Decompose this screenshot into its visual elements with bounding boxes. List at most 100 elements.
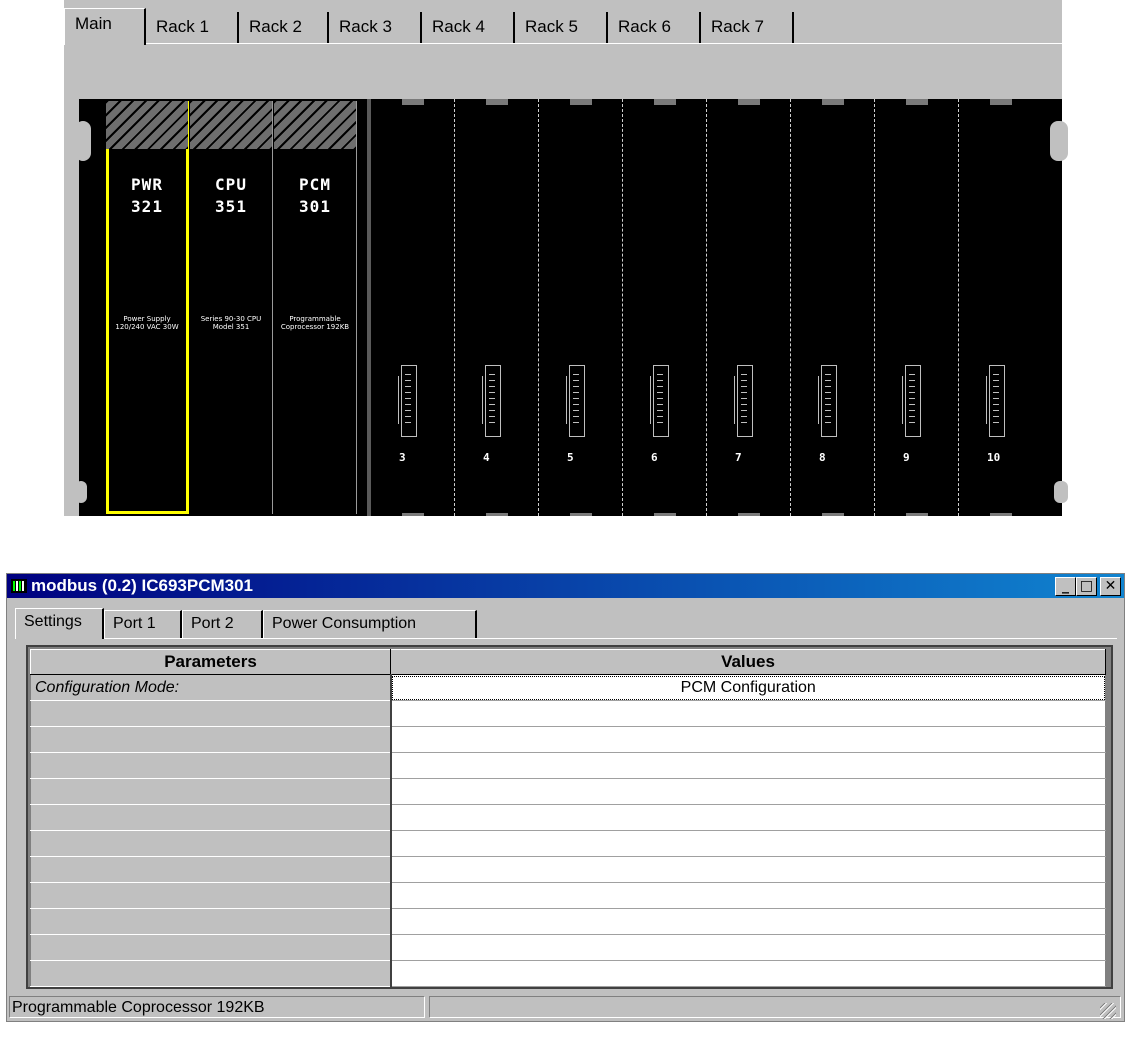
empty-slot[interactable]: 3 — [371, 99, 455, 516]
parameter-value-cell[interactable] — [390, 700, 1106, 727]
backplane-connector-icon — [482, 365, 501, 437]
parameter-value-cell[interactable] — [390, 960, 1106, 987]
rack-chassis: PWR 321 Power Supply 120/240 VAC 30W CPU 351… — [75, 99, 1068, 516]
rack-tab[interactable]: Rack 6 — [608, 12, 701, 44]
empty-slot[interactable]: 5 — [539, 99, 623, 516]
rack-mount-ear — [1050, 121, 1068, 161]
backplane-connector-icon — [902, 365, 921, 437]
parameter-value-cell[interactable] — [390, 752, 1106, 779]
status-text: Programmable Coprocessor 192KB — [9, 996, 425, 1018]
parameter-row — [30, 700, 1106, 727]
module-number: 301 — [299, 197, 331, 216]
empty-slot[interactable]: 7 — [707, 99, 791, 516]
values-column-header[interactable]: Values — [390, 649, 1106, 675]
parameter-value-cell[interactable] — [390, 934, 1106, 961]
parameter-name-cell — [30, 908, 392, 935]
rack-tab[interactable]: Rack 2 — [239, 12, 329, 44]
module-name: CPU — [215, 175, 247, 194]
parameter-row — [30, 856, 1106, 883]
rack-tab[interactable]: Rack 1 — [146, 12, 239, 44]
slot-latch — [654, 99, 676, 105]
module-description: Series 90-30 CPU Model 351 — [200, 315, 262, 331]
rack-tab[interactable]: Rack 7 — [701, 12, 794, 44]
slot-latch — [402, 99, 424, 105]
resize-grip-icon[interactable] — [1100, 1003, 1116, 1019]
backplane-connector-icon — [734, 365, 753, 437]
parameter-name-cell — [30, 960, 392, 987]
parameter-name-cell — [30, 700, 392, 727]
slot-number: 10 — [987, 451, 1001, 464]
parameters-column-header[interactable]: Parameters — [30, 649, 391, 675]
rack-tab[interactable]: Rack 4 — [422, 12, 515, 44]
module-label-cover — [106, 101, 188, 149]
parameter-row — [30, 960, 1106, 987]
parameter-value-cell[interactable]: PCM Configuration — [390, 674, 1106, 701]
empty-slot[interactable]: 8 — [791, 99, 875, 516]
status-panel — [429, 996, 1121, 1019]
slot-latch — [990, 513, 1012, 516]
parameter-row: Configuration Mode: PCM Configuration — [30, 674, 1106, 701]
backplane-connector-icon — [398, 365, 417, 437]
module-name: PCM — [299, 175, 331, 194]
rack-tab[interactable]: Rack 3 — [329, 12, 422, 44]
rack-tab[interactable]: Main — [64, 8, 146, 45]
parameter-value-cell[interactable] — [390, 804, 1106, 831]
parameter-name-cell — [30, 752, 392, 779]
rack-tab[interactable]: Rack 5 — [515, 12, 608, 44]
parameter-value-cell[interactable] — [390, 778, 1106, 805]
maximize-button[interactable]: □ — [1076, 577, 1097, 596]
rack-mount-ear — [1054, 481, 1068, 503]
parameter-name-cell: Configuration Mode: — [30, 674, 392, 701]
slot-latch — [654, 513, 676, 516]
parameter-value-cell[interactable] — [390, 830, 1106, 857]
parameter-name-cell — [30, 804, 392, 831]
close-button[interactable]: ✕ — [1100, 577, 1121, 596]
properties-tab[interactable]: Settings — [15, 608, 104, 639]
backplane-connector-icon — [818, 365, 837, 437]
slot-latch — [906, 99, 928, 105]
slot-latch — [738, 513, 760, 516]
parameter-value-cell[interactable] — [390, 908, 1106, 935]
title-bar[interactable]: modbus (0.2) IC693PCM301 _ □ ✕ — [7, 574, 1124, 598]
properties-tab-strip: Settings Port 1 Port 2 Power Consumption — [15, 608, 1117, 639]
parameter-row — [30, 778, 1106, 805]
slot-latch — [906, 513, 928, 516]
slot-latch — [822, 513, 844, 516]
slot-latch — [570, 99, 592, 105]
properties-tab[interactable]: Power Consumption — [263, 610, 477, 638]
parameter-value-cell[interactable] — [390, 856, 1106, 883]
slot-number: 9 — [903, 451, 910, 464]
rack-icon — [11, 579, 27, 593]
module-pcm[interactable]: PCM 301 Programmable Coprocessor 192KB — [274, 101, 357, 514]
properties-tab[interactable]: Port 1 — [104, 610, 182, 638]
rack-view-panel: Main Rack 1 Rack 2 Rack 3 Rack 4 Rack 5 Rack 6… — [64, 0, 1068, 516]
empty-slot[interactable]: 10 — [959, 99, 1043, 516]
rack-mount-ear — [75, 481, 87, 503]
close-icon: ✕ — [1104, 578, 1117, 594]
empty-slot[interactable]: 4 — [455, 99, 539, 516]
minimize-button[interactable]: _ — [1055, 577, 1076, 596]
module-pwr[interactable]: PWR 321 Power Supply 120/240 VAC 30W — [106, 101, 189, 514]
module-cpu[interactable]: CPU 351 Series 90-30 CPU Model 351 — [190, 101, 273, 514]
module-name: PWR — [131, 175, 163, 194]
empty-slot[interactable]: 6 — [623, 99, 707, 516]
module-number: 321 — [131, 197, 163, 216]
slot-number: 8 — [819, 451, 826, 464]
slot-latch — [738, 99, 760, 105]
tab-divider — [15, 638, 1117, 639]
parameter-row — [30, 934, 1106, 961]
status-bar: Programmable Coprocessor 192KB — [7, 994, 1124, 1021]
parameter-value-cell[interactable] — [390, 882, 1106, 909]
slot-number: 3 — [399, 451, 406, 464]
slot-latch — [402, 513, 424, 516]
parameter-value-cell[interactable] — [390, 726, 1106, 753]
slot-latch — [486, 513, 508, 516]
properties-tab[interactable]: Port 2 — [182, 610, 263, 638]
parameter-name-cell — [30, 778, 392, 805]
maximize-icon: □ — [1079, 578, 1094, 594]
parameter-row — [30, 830, 1106, 857]
empty-slot[interactable]: 9 — [875, 99, 959, 516]
parameter-row — [30, 882, 1106, 909]
slot-number: 6 — [651, 451, 658, 464]
slot-latch — [486, 99, 508, 105]
